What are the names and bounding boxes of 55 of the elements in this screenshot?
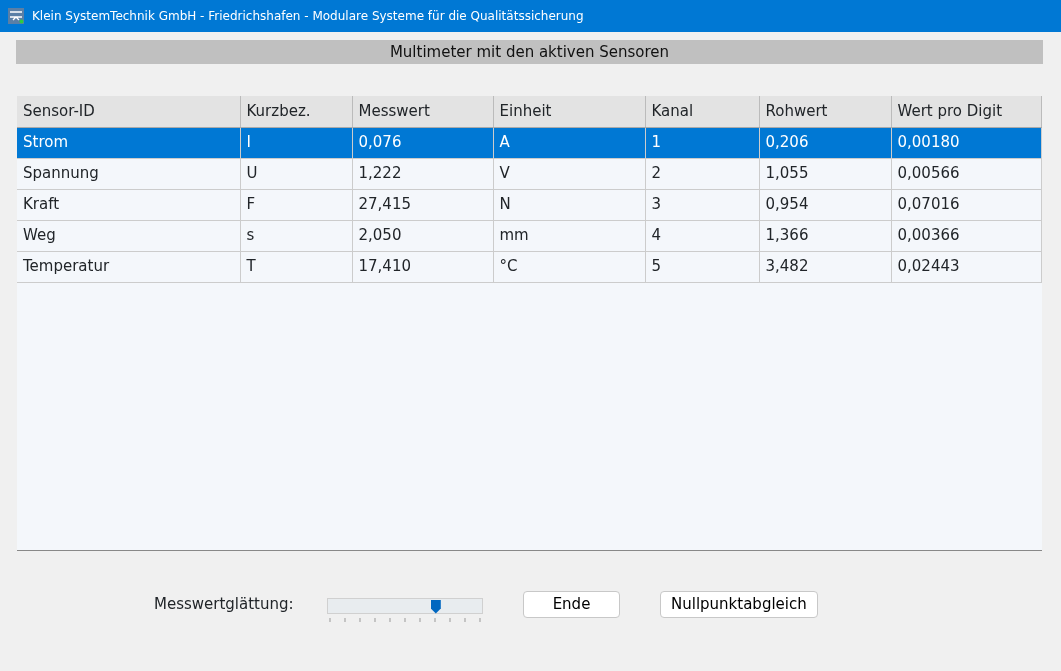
table-cell: 0,00366 bbox=[891, 220, 1042, 251]
table-cell: U bbox=[240, 158, 352, 189]
table-cell: 0,076 bbox=[352, 127, 493, 158]
smoothing-slider[interactable] bbox=[327, 597, 483, 614]
table-cell: T bbox=[240, 251, 352, 282]
table-cell: F bbox=[240, 189, 352, 220]
table-cell: Strom bbox=[17, 127, 240, 158]
table-cell: s bbox=[240, 220, 352, 251]
table-cell: 0,206 bbox=[759, 127, 891, 158]
column-header[interactable]: Einheit bbox=[493, 96, 645, 127]
table-cell: °C bbox=[493, 251, 645, 282]
zero-calibration-button[interactable]: Nullpunktabgleich bbox=[660, 591, 818, 618]
table-cell: 5 bbox=[645, 251, 759, 282]
table-cell: 0,00180 bbox=[891, 127, 1042, 158]
table-cell: 3 bbox=[645, 189, 759, 220]
table-cell: 1,055 bbox=[759, 158, 891, 189]
table-cell: Spannung bbox=[17, 158, 240, 189]
slider-thumb[interactable] bbox=[430, 599, 441, 614]
table-row[interactable]: Temperatur T 17,410 °C 5 3,482 0,02443 bbox=[17, 251, 1042, 282]
table-row[interactable]: Weg s 2,050 mm 4 1,366 0,00366 bbox=[17, 220, 1042, 251]
table-cell: A bbox=[493, 127, 645, 158]
app-logo-icon bbox=[8, 8, 24, 24]
table-cell: Temperatur bbox=[17, 251, 240, 282]
table-cell: Weg bbox=[17, 220, 240, 251]
table-cell: V bbox=[493, 158, 645, 189]
column-header[interactable]: Wert pro Digit bbox=[891, 96, 1042, 127]
table-cell: N bbox=[493, 189, 645, 220]
table-cell: mm bbox=[493, 220, 645, 251]
end-button[interactable]: Ende bbox=[523, 591, 620, 618]
table-cell: 1 bbox=[645, 127, 759, 158]
table-cell: 2 bbox=[645, 158, 759, 189]
smoothing-label: Messwertglättung: bbox=[154, 594, 295, 616]
table-cell: Kraft bbox=[17, 189, 240, 220]
table-cell: 1,366 bbox=[759, 220, 891, 251]
column-header[interactable]: Sensor-ID bbox=[17, 96, 240, 127]
column-header[interactable]: Rohwert bbox=[759, 96, 891, 127]
table-row[interactable]: Kraft F 27,415 N 3 0,954 0,07016 bbox=[17, 189, 1042, 220]
table-cell: 0,02443 bbox=[891, 251, 1042, 282]
table-cell: 0,00566 bbox=[891, 158, 1042, 189]
table-cell: 27,415 bbox=[352, 189, 493, 220]
table-cell: 3,482 bbox=[759, 251, 891, 282]
table-cell: 17,410 bbox=[352, 251, 493, 282]
section-heading: Multimeter mit den aktiven Sensoren bbox=[16, 40, 1043, 64]
table-cell: I bbox=[240, 127, 352, 158]
table-cell: 1,222 bbox=[352, 158, 493, 189]
table-cell: 0,954 bbox=[759, 189, 891, 220]
table-cell: 0,07016 bbox=[891, 189, 1042, 220]
window-title: Klein SystemTechnik GmbH - Friedrichshafen - Modulare Systeme für die Qualitätssicherung bbox=[32, 8, 584, 25]
table-cell: 4 bbox=[645, 220, 759, 251]
column-header[interactable]: Kurzbez. bbox=[240, 96, 352, 127]
column-header[interactable]: Messwert bbox=[352, 96, 493, 127]
table-row[interactable]: Strom I 0,076 A 1 0,206 0,00180 bbox=[17, 127, 1042, 158]
table-row[interactable]: Spannung U 1,222 V 2 1,055 0,00566 bbox=[17, 158, 1042, 189]
column-header[interactable]: Kanal bbox=[645, 96, 759, 127]
table-cell: 2,050 bbox=[352, 220, 493, 251]
